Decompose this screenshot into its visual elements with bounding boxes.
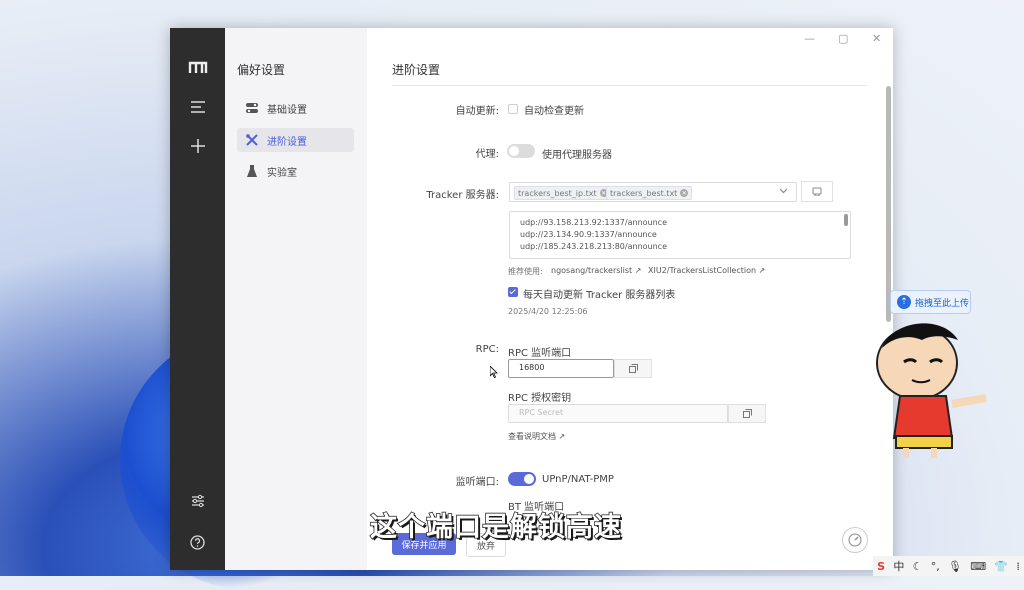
preferences-icon[interactable] [184, 490, 211, 512]
scrollbar[interactable] [886, 86, 891, 322]
toggle-icon [245, 101, 259, 115]
ime-mode-indicator[interactable]: 中 [893, 558, 904, 574]
daily-update-label: 每天自动更新 Tracker 服务器列表 [523, 290, 676, 301]
nav-item-label: 实验室 [267, 167, 297, 179]
tracker-tag[interactable]: trackers_best.txt ✕ [606, 186, 693, 200]
keyboard-icon[interactable]: ⌨ [970, 560, 986, 573]
help-icon[interactable] [184, 531, 211, 553]
settings-panel: — ▢ ✕ 进阶设置 自动更新: 自动检查更新 代理: 使用代理服务器 Trac… [367, 28, 893, 570]
tracker-list-textarea[interactable]: udp://93.158.213.92:1337/announce udp://… [509, 211, 851, 259]
daily-update-checkbox[interactable] [508, 287, 518, 297]
preferences-nav: 偏好设置 基础设置 进阶设置 实验室 [225, 28, 367, 570]
recommend-link-xiu2[interactable]: XIU2/TrackersListCollection ↗ [648, 266, 765, 275]
microphone-icon[interactable]: 🎙 [948, 560, 962, 573]
cartoon-mascot-image [876, 323, 987, 458]
rpc-label: RPC: [475, 344, 499, 355]
tracker-tag[interactable]: trackers_best_ip.txt ✕ [514, 186, 612, 200]
copy-secret-button[interactable] [728, 404, 766, 423]
auto-update-checkbox-label: 自动检查更新 [524, 106, 584, 117]
close-icon[interactable]: ✕ [872, 32, 881, 45]
copy-icon [628, 364, 638, 373]
rpc-docs-link[interactable]: 查看说明文档 ↗ [508, 431, 565, 442]
grid-icon[interactable]: ⁞ [1016, 560, 1020, 573]
proxy-label: 代理: [475, 149, 499, 160]
nav-item-label: 基础设置 [267, 104, 307, 116]
proxy-toggle-label: 使用代理服务器 [542, 150, 612, 161]
tools-icon [245, 133, 259, 147]
recommend-label: 推荐使用: [508, 267, 543, 276]
chevron-down-icon [779, 188, 788, 194]
add-task-icon[interactable] [184, 135, 211, 157]
listen-port-label: 监听端口: [455, 477, 499, 488]
sync-tracker-button[interactable] [801, 181, 833, 202]
rpc-port-input[interactable]: 16800 [508, 359, 614, 378]
page-title: 进阶设置 [392, 63, 441, 77]
upload-icon: ⇡ [897, 295, 911, 309]
nav-item-label: 进阶设置 [267, 136, 307, 148]
sync-icon [812, 187, 822, 196]
mouse-cursor-icon [490, 366, 498, 378]
recommend-link-ngosang[interactable]: ngosang/trackerslist ↗ [551, 266, 641, 275]
divider [392, 85, 867, 86]
rpc-port-label: RPC 监听端口 [508, 348, 572, 359]
speedometer-icon[interactable] [842, 527, 868, 553]
rpc-secret-input[interactable]: RPC Secret [508, 404, 728, 423]
tracker-line: udp://93.158.213.92:1337/announce [520, 218, 667, 227]
copy-port-button[interactable] [614, 359, 652, 378]
upnp-label: UPnP/NAT-PMP [542, 474, 614, 485]
auto-update-label: 自动更新: [455, 106, 499, 117]
nav-item-basic[interactable]: 基础设置 [237, 96, 354, 120]
video-subtitle: 这个端口是解锁高速 [369, 511, 622, 544]
proxy-toggle[interactable] [507, 144, 535, 158]
tag-remove-icon[interactable]: ✕ [680, 189, 689, 197]
maximize-icon[interactable]: ▢ [838, 32, 848, 45]
moon-icon[interactable]: ☾ [913, 560, 923, 573]
copy-icon [742, 409, 752, 418]
app-logo-icon [184, 57, 211, 79]
minimize-icon[interactable]: — [804, 32, 815, 45]
system-tray: S 中 ☾ °, 🎙 ⌨ 👕 ⁞ [873, 556, 1024, 576]
auto-update-checkbox[interactable] [508, 104, 518, 114]
tracker-line: udp://185.243.218.213:80/announce [520, 242, 667, 251]
tracker-source-select[interactable]: trackers_best_ip.txt ✕ trackers_best.txt ✕ [509, 182, 797, 202]
app-window: 偏好设置 基础设置 进阶设置 实验室 — ▢ ✕ 进阶设置 自动更新: 自动检查… [170, 28, 893, 570]
shirt-icon[interactable]: 👕 [994, 560, 1008, 573]
flask-icon [245, 164, 259, 178]
sogou-ime-icon[interactable]: S [877, 560, 885, 573]
tracker-updated-time: 2025/4/20 12:25:06 [508, 307, 588, 316]
upnp-toggle[interactable] [508, 472, 536, 486]
textarea-scrollbar[interactable] [844, 214, 848, 226]
nav-item-advanced[interactable]: 进阶设置 [237, 128, 354, 152]
nav-title: 偏好设置 [237, 63, 286, 77]
tracker-label: Tracker 服务器: [426, 190, 499, 201]
tracker-line: udp://23.134.90.9:1337/announce [520, 230, 657, 239]
drag-upload-button[interactable]: ⇡ 拖拽至此上传 [890, 290, 971, 314]
nav-item-lab[interactable]: 实验室 [237, 159, 354, 183]
punctuation-icon[interactable]: °, [931, 560, 940, 573]
task-list-icon[interactable] [184, 96, 211, 118]
icon-rail [170, 28, 225, 570]
rpc-secret-label: RPC 授权密钥 [508, 393, 572, 404]
